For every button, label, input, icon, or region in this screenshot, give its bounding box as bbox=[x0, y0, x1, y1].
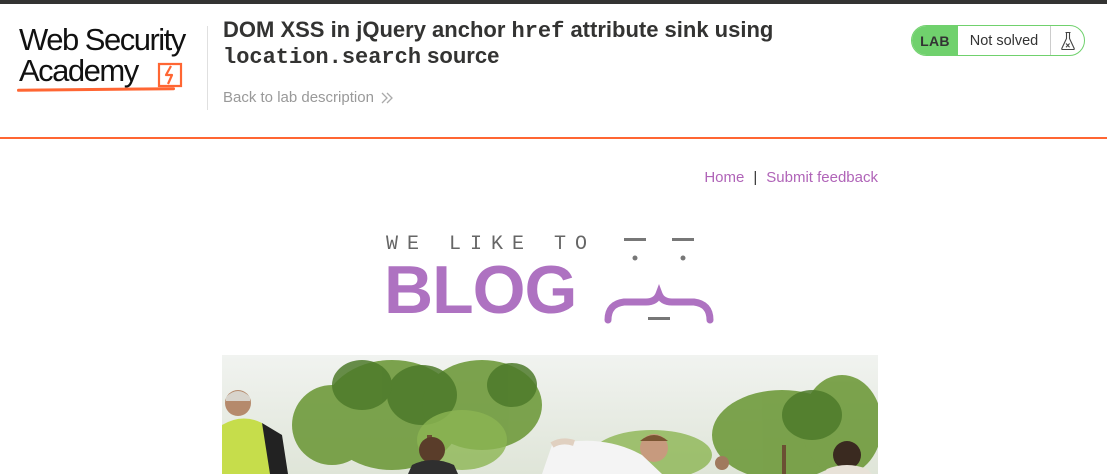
logo-line2: Academy bbox=[19, 53, 139, 88]
lab-status-widget[interactable]: LAB Not solved bbox=[911, 25, 1085, 56]
flask-icon-container bbox=[1050, 26, 1084, 55]
lightning-icon bbox=[157, 62, 183, 88]
submit-feedback-link[interactable]: Submit feedback bbox=[766, 169, 878, 186]
lab-status-text: Not solved bbox=[969, 32, 1039, 49]
lab-title-text-1: DOM XSS in jQuery anchor bbox=[223, 17, 512, 42]
curly-brace-face-icon bbox=[604, 238, 714, 324]
we-like-to-blog-logo: WE LIKE TO BLOG bbox=[384, 232, 724, 324]
lab-header: Web Security Academy DOM XSS in jQuery a… bbox=[0, 4, 1107, 138]
flask-icon bbox=[1060, 31, 1075, 50]
lab-title: DOM XSS in jQuery anchor href attribute … bbox=[223, 18, 863, 70]
back-to-lab-description-link[interactable]: Back to lab description bbox=[223, 89, 394, 106]
web-security-academy-logo[interactable]: Web Security Academy bbox=[16, 22, 207, 96]
people-planting-trees-photo bbox=[222, 355, 878, 474]
blog-logo-word: BLOG bbox=[384, 252, 577, 328]
lab-title-text-3: source bbox=[421, 43, 500, 68]
lab-badge: LAB bbox=[912, 26, 958, 55]
lab-title-text-2: attribute sink using bbox=[564, 17, 774, 42]
home-link[interactable]: Home bbox=[704, 169, 744, 186]
lab-title-code-href: href bbox=[511, 19, 565, 44]
nav-separator: | bbox=[753, 169, 758, 186]
logo-underline bbox=[16, 87, 176, 92]
double-chevron-right-icon bbox=[381, 92, 393, 103]
logo-line1: Web Security bbox=[19, 22, 186, 57]
hero-image bbox=[222, 355, 878, 474]
blog-nav: Home | Submit feedback bbox=[0, 169, 878, 186]
header-divider bbox=[207, 26, 208, 110]
lab-title-code-location: location.search bbox=[223, 45, 422, 70]
header-orange-rule bbox=[0, 137, 1107, 139]
back-link-label: Back to lab description bbox=[223, 89, 374, 106]
